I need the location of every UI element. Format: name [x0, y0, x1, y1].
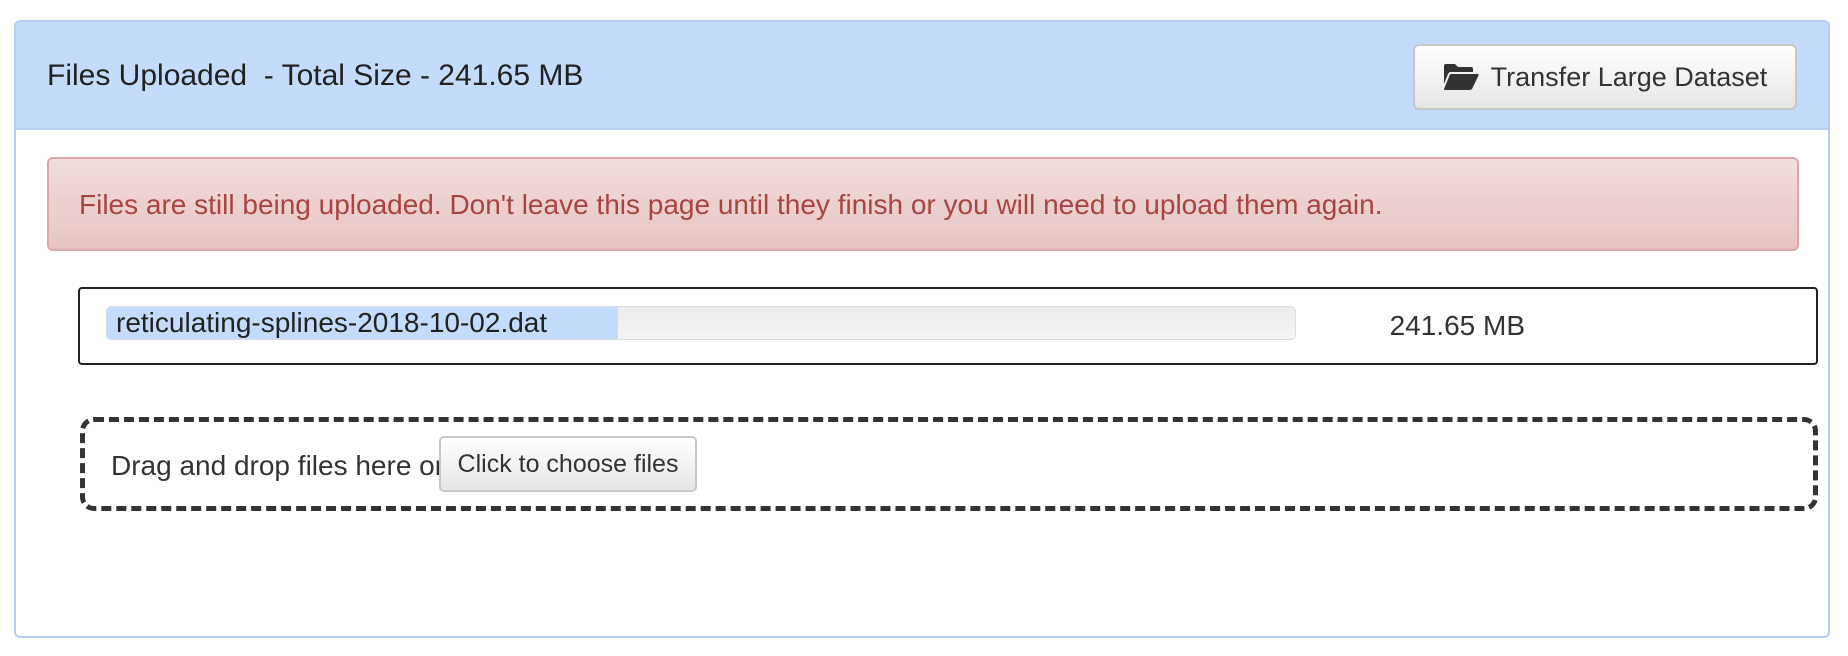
transfer-large-dataset-button[interactable]: Transfer Large Dataset	[1413, 44, 1797, 110]
panel-title: Files Uploaded - Total Size - 241.65 MB	[47, 59, 584, 92]
file-size: 241.65 MB	[1389, 310, 1525, 341]
choose-files-button[interactable]: Click to choose files	[439, 436, 697, 492]
folder-open-icon	[1443, 63, 1479, 91]
files-uploaded-panel: Files Uploaded - Total Size - 241.65 MB …	[14, 20, 1830, 638]
upload-file-row: reticulating-splines-2018-10-02.dat 241.…	[78, 287, 1818, 365]
panel-header: Files Uploaded - Total Size - 241.65 MB …	[16, 22, 1828, 130]
file-name: reticulating-splines-2018-10-02.dat	[116, 307, 548, 338]
alert-message: Files are still being uploaded. Don't le…	[79, 189, 1383, 220]
dropzone-label: Drag and drop files here or	[111, 450, 445, 481]
file-dropzone[interactable]: Drag and drop files here or Click to cho…	[80, 417, 1818, 511]
upload-warning-alert: Files are still being uploaded. Don't le…	[47, 157, 1799, 251]
transfer-button-label: Transfer Large Dataset	[1490, 61, 1768, 92]
